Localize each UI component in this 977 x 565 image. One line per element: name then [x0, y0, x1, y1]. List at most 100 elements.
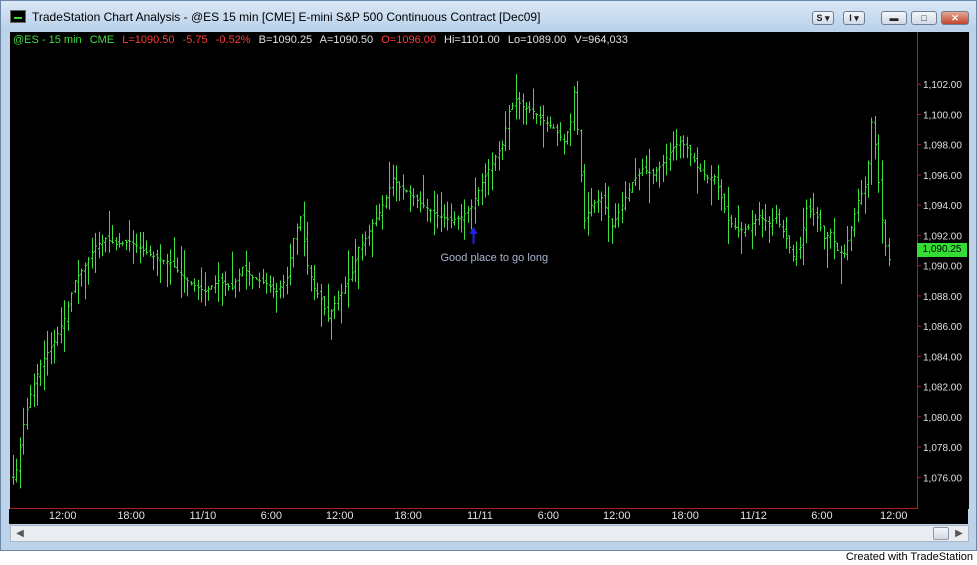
ohlc-bar — [306, 221, 309, 275]
ohlc-bar — [549, 116, 552, 129]
ohlc-bar — [641, 158, 644, 177]
horizontal-scrollbar[interactable]: ◀ ▶ — [10, 525, 969, 542]
ohlc-bar — [528, 101, 531, 113]
status-last: L=1090.50 — [122, 34, 175, 46]
ohlc-bar — [583, 164, 586, 230]
ohlc-bar — [412, 188, 415, 207]
ohlc-bar — [26, 397, 29, 430]
ohlc-bar — [525, 102, 528, 125]
x-tick-label: 18:00 — [117, 510, 145, 522]
ohlc-bar — [128, 220, 131, 252]
ohlc-bar — [371, 219, 374, 258]
close-button[interactable]: ✕ — [941, 11, 969, 25]
ohlc-bar — [501, 140, 504, 161]
scroll-thumb[interactable] — [933, 527, 949, 540]
ohlc-bar — [792, 244, 795, 262]
ohlc-bar — [296, 223, 299, 255]
ohlc-bar — [156, 249, 159, 276]
ohlc-bar — [429, 208, 432, 223]
ohlc-bar — [717, 164, 720, 200]
y-tick-label: 1,078.00 — [923, 443, 962, 454]
ohlc-bar — [710, 165, 713, 206]
ohlc-bar — [655, 166, 658, 182]
y-tick-label: 1,080.00 — [923, 413, 962, 424]
ohlc-bar — [693, 152, 696, 163]
close-icon: ✕ — [951, 13, 959, 23]
ohlc-bar — [771, 208, 774, 236]
up-arrow-icon — [469, 226, 478, 234]
ohlc-bar — [590, 188, 593, 217]
ohlc-bar — [368, 224, 371, 246]
ohlc-bar — [286, 266, 289, 295]
ohlc-bar — [566, 131, 569, 145]
ohlc-bar — [176, 257, 179, 273]
ohlc-bar — [477, 187, 480, 207]
scroll-left-arrow-icon[interactable]: ◀ — [13, 527, 27, 540]
ohlc-bar — [142, 231, 145, 257]
ohlc-bar — [734, 217, 737, 230]
ohlc-bar — [436, 194, 439, 229]
indicator-menu-button[interactable]: I ▾ — [843, 11, 865, 25]
status-net-change: -5.75 — [182, 34, 208, 46]
status-low: Lo=1089.00 — [507, 34, 567, 46]
ohlc-bar — [166, 253, 169, 288]
ohlc-bar — [265, 272, 268, 294]
ohlc-bar — [607, 186, 610, 243]
ohlc-bar — [621, 192, 624, 224]
ohlc-bar — [881, 160, 884, 244]
ohlc-bar — [542, 105, 545, 148]
y-tick-label: 1,088.00 — [923, 292, 962, 303]
maximize-button[interactable]: □ — [911, 11, 937, 25]
x-tick-label: 12:00 — [879, 510, 908, 522]
ohlc-bar — [658, 161, 661, 188]
ohlc-bar — [46, 330, 49, 376]
x-tick-label: 6:00 — [811, 510, 833, 522]
chart-plot-area[interactable]: 1,102.00 1,100.00 1,098.00 1,096.00 1,094.00… — [10, 32, 969, 509]
maximize-icon: □ — [921, 13, 927, 23]
minimize-button[interactable]: ▬ — [881, 11, 907, 25]
x-tick-label: 11/12 — [740, 510, 767, 522]
ohlc-bar — [255, 276, 258, 280]
ohlc-bar — [604, 182, 607, 215]
title-bar[interactable]: TradeStation Chart Analysis - @ES 15 min… — [1, 1, 976, 31]
ohlc-bar — [323, 295, 326, 316]
ohlc-bar — [843, 244, 846, 258]
ohlc-bar — [395, 165, 398, 202]
ohlc-bar — [87, 257, 90, 285]
ohlc-bar — [50, 332, 53, 365]
ohlc-bar — [768, 216, 771, 243]
symbol-menu-button[interactable]: S ▾ — [812, 11, 834, 25]
ohlc-bar — [870, 117, 873, 185]
ohlc-bar — [248, 262, 251, 286]
ohlc-bar — [145, 240, 148, 255]
scroll-right-arrow-icon[interactable]: ▶ — [952, 527, 966, 540]
x-tick-label: 18:00 — [671, 510, 699, 522]
x-tick-label: 6:00 — [537, 510, 560, 522]
ohlc-bar — [860, 180, 863, 205]
ohlc-bar — [375, 205, 378, 227]
ohlc-bar — [706, 174, 709, 184]
ohlc-bar — [405, 189, 408, 193]
ohlc-bar — [508, 104, 511, 151]
ohlc-bar — [556, 124, 559, 147]
ohlc-bar — [139, 231, 142, 264]
ohlc-bar — [457, 215, 460, 230]
ohlc-bar — [720, 179, 723, 211]
ohlc-bar — [450, 203, 453, 229]
x-tick-label: 12:00 — [48, 510, 77, 522]
x-tick-label: 12:00 — [325, 510, 354, 522]
chart-app-icon — [10, 10, 26, 23]
ohlc-bar — [354, 238, 357, 282]
ohlc-bar — [744, 223, 747, 237]
ohlc-bar — [262, 269, 265, 285]
ohlc-bar — [754, 214, 757, 236]
ohlc-bar — [19, 437, 22, 489]
ohlc-bar — [104, 237, 107, 253]
x-tick-label: 6:00 — [260, 510, 283, 522]
ohlc-bar — [149, 245, 152, 257]
ohlc-bar — [292, 237, 295, 268]
ohlc-bar — [563, 134, 566, 155]
ohlc-bar — [190, 281, 193, 286]
ohlc-bar — [764, 204, 767, 231]
ohlc-bar — [481, 173, 484, 206]
